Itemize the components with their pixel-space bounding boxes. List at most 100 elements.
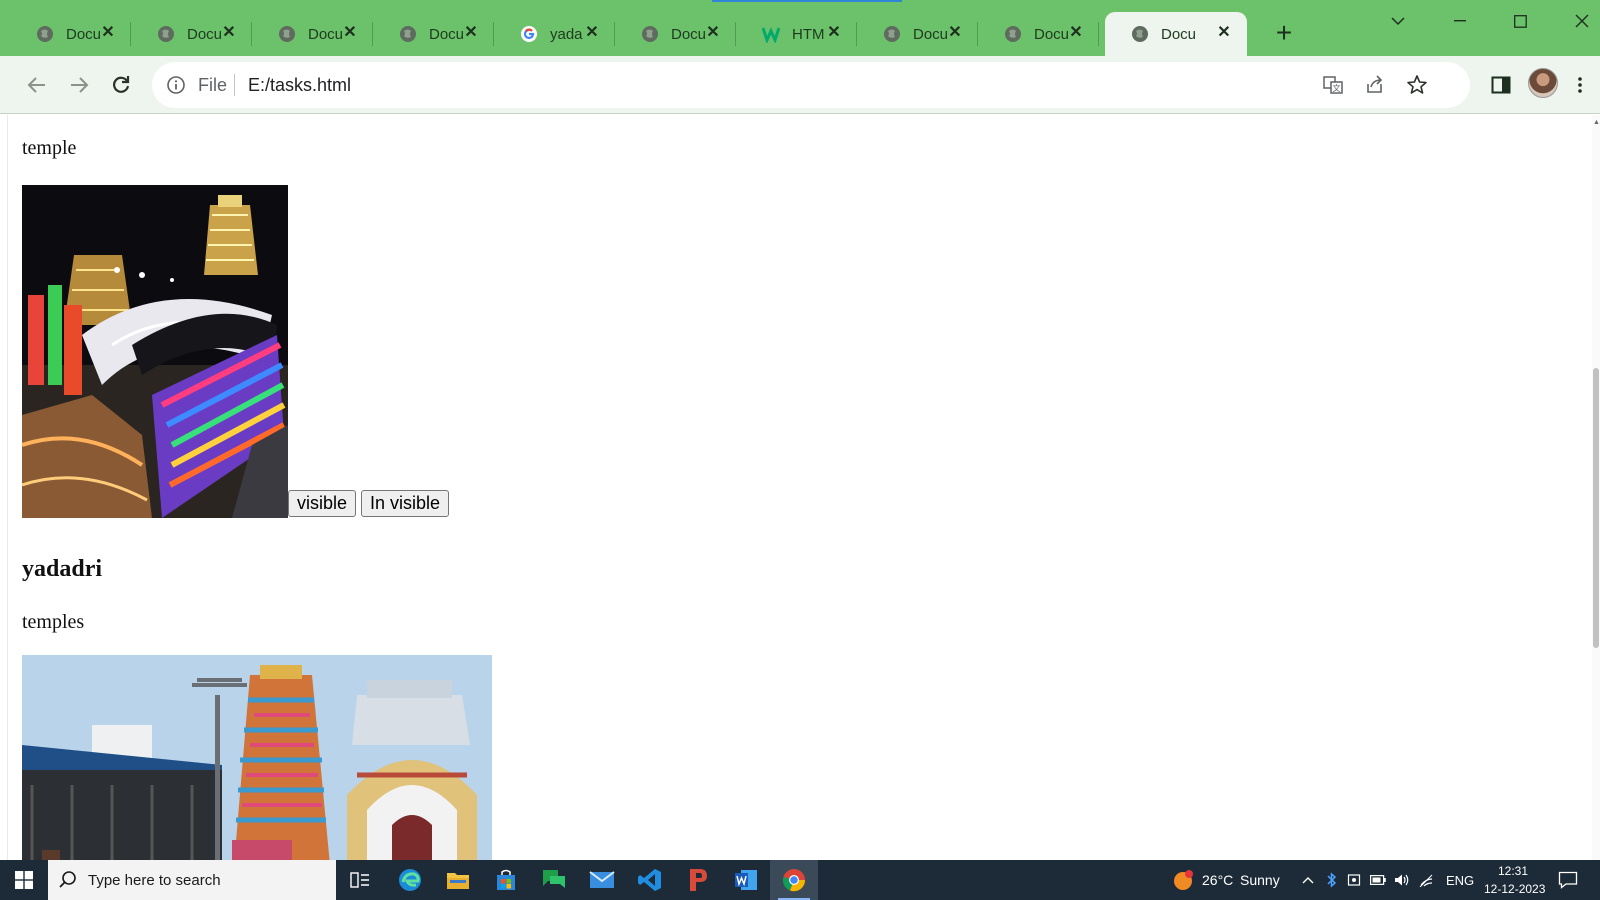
wifi-icon[interactable] (1418, 872, 1434, 888)
close-tab-icon[interactable]: ✕ (99, 24, 117, 42)
tab-search-icon[interactable] (1376, 6, 1420, 36)
svg-text:文: 文 (1333, 83, 1341, 93)
store-icon[interactable] (482, 860, 530, 900)
minimize-icon[interactable] (1438, 6, 1482, 36)
browser-tab[interactable]: Docu ✕ (10, 12, 131, 56)
battery-icon[interactable] (1370, 872, 1386, 888)
url-scheme-label: File (198, 75, 228, 95)
weather-condition: Sunny (1240, 872, 1280, 888)
more-menu-icon[interactable] (1570, 70, 1590, 100)
tab-title: Docu (187, 25, 221, 43)
maximize-icon[interactable] (1498, 6, 1542, 36)
globe-icon (1004, 25, 1022, 43)
windows-start-icon[interactable] (0, 860, 48, 900)
globe-icon (641, 25, 659, 43)
tab-title: Docu (1161, 25, 1195, 43)
page-content: temple visible In visible yadadri temple… (8, 115, 1592, 860)
task-view-icon[interactable] (336, 860, 384, 900)
clock-date[interactable]: 12-12-2023 (1484, 882, 1545, 896)
profile-avatar[interactable] (1528, 68, 1558, 98)
tab-title: Docu (308, 25, 342, 43)
search-placeholder: Type here to search (88, 871, 221, 889)
close-tab-icon[interactable]: ✕ (462, 24, 480, 42)
bluetooth-icon[interactable] (1324, 872, 1340, 888)
tab-title: HTM (792, 25, 825, 43)
file-explorer-icon[interactable] (434, 860, 482, 900)
close-tab-icon[interactable]: ✕ (1215, 24, 1233, 42)
tab-title: yada (550, 25, 583, 43)
scrollbar-thumb[interactable] (1593, 368, 1599, 648)
language-indicator[interactable]: ENG (1446, 873, 1474, 888)
close-tab-icon[interactable]: ✕ (220, 24, 238, 42)
tab-title: Docu (429, 25, 463, 43)
globe-icon (278, 25, 296, 43)
tab-title: Docu (913, 25, 947, 43)
share-icon[interactable] (1364, 74, 1386, 96)
mail-icon[interactable] (578, 860, 626, 900)
translate-icon[interactable]: 文 (1322, 74, 1344, 96)
chevron-up-icon[interactable] (1300, 872, 1316, 888)
temple-day-image (22, 655, 492, 860)
close-tab-icon[interactable]: ✕ (946, 24, 964, 42)
close-window-icon[interactable] (1560, 6, 1600, 36)
side-panel-icon[interactable] (1486, 70, 1516, 100)
search-icon (58, 870, 78, 890)
tab-title: Docu (1034, 25, 1068, 43)
browser-tab[interactable]: Docu ✕ (978, 12, 1099, 56)
weather-sun-icon[interactable] (1172, 869, 1194, 891)
invisible-button[interactable]: In visible (361, 490, 450, 517)
paragraph-temple: temple (22, 137, 77, 159)
app-icon[interactable] (674, 860, 722, 900)
globe-icon (883, 25, 901, 43)
globe-icon (1131, 25, 1149, 43)
browser-tab[interactable]: Docu ✕ (373, 12, 494, 56)
notifications-icon[interactable] (1558, 871, 1578, 889)
site-info-icon[interactable] (166, 75, 186, 95)
tab-title: Docu (671, 25, 705, 43)
windows-taskbar: Type here to search 26°C Sunny ENG 12:31… (0, 860, 1600, 900)
close-tab-icon[interactable]: ✕ (704, 24, 722, 42)
volume-icon[interactable] (1394, 872, 1410, 888)
url-text[interactable]: E:/tasks.html (248, 75, 351, 96)
word-icon[interactable] (722, 860, 770, 900)
browser-tab-active[interactable]: Docu ✕ (1105, 12, 1247, 56)
visible-button[interactable]: visible (288, 490, 357, 517)
globe-icon (157, 25, 175, 43)
browser-tab[interactable]: Docu ✕ (615, 12, 736, 56)
address-bar[interactable]: File E:/tasks.html 文 (152, 62, 1470, 108)
bookmark-star-icon[interactable] (1406, 74, 1428, 96)
tab-title: Docu (66, 25, 100, 43)
edge-icon[interactable] (386, 860, 434, 900)
google-icon (520, 25, 538, 43)
vscode-icon[interactable] (626, 860, 674, 900)
close-tab-icon[interactable]: ✕ (1067, 24, 1085, 42)
clock-time[interactable]: 12:31 (1498, 864, 1528, 878)
close-tab-icon[interactable]: ✕ (825, 24, 843, 42)
scroll-up-arrow-icon[interactable]: ▲ (1593, 119, 1600, 126)
browser-tab[interactable]: yada ✕ (494, 12, 615, 56)
meet-now-icon[interactable] (1346, 872, 1362, 888)
back-arrow-icon[interactable] (22, 70, 52, 100)
browser-tab[interactable]: HTM ✕ (736, 12, 857, 56)
forward-arrow-icon[interactable] (64, 70, 94, 100)
taskbar-search-box[interactable]: Type here to search (48, 860, 336, 900)
close-tab-icon[interactable]: ✕ (341, 24, 359, 42)
new-tab-button[interactable]: + (1270, 19, 1298, 48)
browser-tab[interactable]: Docu ✕ (252, 12, 373, 56)
browser-toolbar: File E:/tasks.html 文 (0, 56, 1600, 114)
heading-yadadri: yadadri (22, 556, 103, 582)
globe-icon (399, 25, 417, 43)
browser-tab[interactable]: Docu ✕ (857, 12, 978, 56)
w3schools-icon (762, 25, 780, 43)
temple-night-image (22, 185, 288, 518)
browser-tab[interactable]: Docu ✕ (131, 12, 252, 56)
close-tab-icon[interactable]: ✕ (583, 24, 601, 42)
reload-icon[interactable] (106, 70, 136, 100)
globe-icon (36, 25, 54, 43)
chrome-icon[interactable] (770, 860, 818, 900)
chat-icon[interactable] (530, 860, 578, 900)
paragraph-temples: temples (22, 611, 85, 633)
tab-strip: Docu ✕ Docu ✕ Docu ✕ Docu ✕ yada ✕ Docu … (0, 0, 1600, 56)
loading-indicator (712, 0, 902, 2)
weather-temperature: 26°C (1202, 872, 1234, 888)
